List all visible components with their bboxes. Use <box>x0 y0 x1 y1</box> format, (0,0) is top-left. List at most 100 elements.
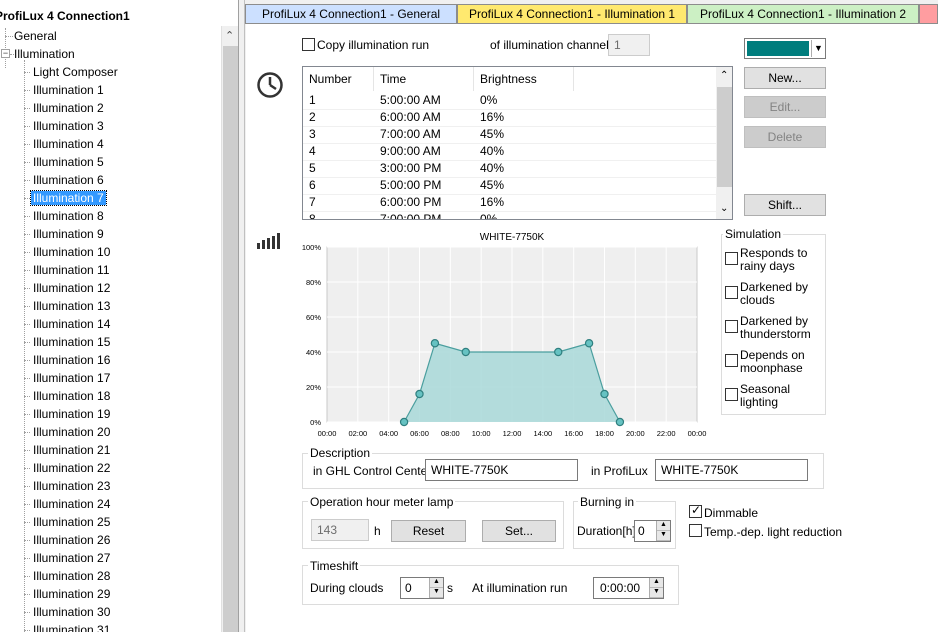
illumination-run-input[interactable]: 0:00:00 ▲ ▼ <box>593 577 664 599</box>
cell-time: 7:00:00 AM <box>380 127 441 141</box>
column-header-time[interactable]: Time <box>374 67 474 91</box>
tree-item-illumination-28[interactable]: Illumination 28 <box>31 568 112 584</box>
table-row[interactable]: 2 6:00:00 AM 16% <box>303 109 716 126</box>
temp-reduction-checkbox[interactable] <box>689 524 702 537</box>
scrollbar-thumb[interactable] <box>223 46 238 632</box>
reset-button[interactable]: Reset <box>391 520 466 542</box>
tree-item-general[interactable]: General <box>12 28 59 44</box>
simulation-checkbox[interactable] <box>725 388 738 401</box>
brightness-chart[interactable]: WHITE-7750K 0% 20% 40% 60% 80% 100% 00:00 02:00 0… <box>300 230 712 442</box>
tree-node-label: Illumination 31 <box>33 623 111 632</box>
simulation-checkbox[interactable] <box>725 252 738 265</box>
delete-button[interactable]: Delete <box>744 126 826 148</box>
tree-root-node[interactable]: ProfiLux 4 Connection1 <box>0 9 130 23</box>
new-button[interactable]: New... <box>744 67 826 89</box>
tree-item-light-composer[interactable]: Light Composer <box>31 64 120 80</box>
edit-button[interactable]: Edit... <box>744 96 826 118</box>
table-row[interactable]: 4 9:00:00 AM 40% <box>303 143 716 160</box>
channel-input[interactable]: 1 <box>608 34 650 56</box>
column-header-brightness[interactable]: Brightness <box>474 67 574 91</box>
tree-item-illumination-10[interactable]: Illumination 10 <box>31 244 112 260</box>
table-row[interactable]: 8 7:00:00 PM 0% <box>303 211 716 219</box>
tab-illumination-2[interactable]: ProfiLux 4 Connection1 - Illumination 2 <box>687 4 919 24</box>
set-button[interactable]: Set... <box>482 520 556 542</box>
tree-node-label: Illumination 30 <box>33 605 111 619</box>
tree-item-illumination-19[interactable]: Illumination 19 <box>31 406 112 422</box>
tab-general[interactable]: ProfiLux 4 Connection1 - General <box>245 4 457 24</box>
during-clouds-input[interactable]: 0 ▲ ▼ <box>400 577 444 599</box>
table-row[interactable]: 1 5:00:00 AM 0% <box>303 92 716 109</box>
tree-item-illumination-30[interactable]: Illumination 30 <box>31 604 112 620</box>
cell-time: 6:00:00 PM <box>380 195 442 209</box>
tree-item-illumination-31[interactable]: Illumination 31 <box>31 622 112 632</box>
simulation-checkbox[interactable] <box>725 320 738 333</box>
tree-item-illumination-14[interactable]: Illumination 14 <box>31 316 112 332</box>
data-point <box>399 417 409 427</box>
x-tick-label: 06:00 <box>410 429 429 438</box>
tree-item-illumination-12[interactable]: Illumination 12 <box>31 280 112 296</box>
panel-splitter[interactable] <box>239 0 245 632</box>
simulation-checkbox[interactable] <box>725 354 738 367</box>
simulation-checkbox[interactable] <box>725 286 738 299</box>
tree-item-illumination[interactable]: Illumination <box>12 46 77 62</box>
table-scrollbar[interactable]: ⌃ ⌄ <box>716 67 732 219</box>
tree-item-illumination-4[interactable]: Illumination 4 <box>31 136 106 152</box>
tree-item-illumination-3[interactable]: Illumination 3 <box>31 118 106 134</box>
ghl-name-input[interactable]: WHITE-7750K <box>425 459 578 481</box>
illumination-run-spinner[interactable]: ▲ ▼ <box>649 578 663 598</box>
x-tick-label: 02:00 <box>348 429 367 438</box>
tree-item-illumination-18[interactable]: Illumination 18 <box>31 388 112 404</box>
x-tick-label: 22:00 <box>657 429 676 438</box>
tree-item-illumination-29[interactable]: Illumination 29 <box>31 586 112 602</box>
tree-scrollbar[interactable]: ⌃ <box>221 26 238 632</box>
tree-item-illumination-5[interactable]: Illumination 5 <box>31 154 106 170</box>
scroll-up-icon[interactable]: ⌃ <box>720 70 728 81</box>
tree-item-illumination-13[interactable]: Illumination 13 <box>31 298 112 314</box>
x-tick-label: 04:00 <box>379 429 398 438</box>
tree-item-illumination-1[interactable]: Illumination 1 <box>31 82 106 98</box>
chevron-down-icon[interactable]: ▼ <box>811 40 825 57</box>
tree-item-illumination-21[interactable]: Illumination 21 <box>31 442 112 458</box>
profilux-name-input[interactable]: WHITE-7750K <box>655 459 808 481</box>
y-tick-label: 60% <box>306 313 321 322</box>
scroll-down-icon[interactable]: ⌄ <box>720 203 728 214</box>
ghl-name-label: in GHL Control Center <box>313 464 432 478</box>
tab-illumination-1[interactable]: ProfiLux 4 Connection1 - Illumination 1 <box>457 4 687 24</box>
dimmable-checkbox[interactable] <box>689 503 702 518</box>
during-clouds-spinner[interactable]: ▲ ▼ <box>429 578 443 598</box>
tab-overflow[interactable] <box>919 4 938 24</box>
tree-item-illumination-26[interactable]: Illumination 26 <box>31 532 112 548</box>
tree-item-illumination-15[interactable]: Illumination 15 <box>31 334 112 350</box>
duration-input[interactable]: 0 ▲ ▼ <box>634 520 671 542</box>
tree-item-illumination-22[interactable]: Illumination 22 <box>31 460 112 476</box>
tree-item-illumination-9[interactable]: Illumination 9 <box>31 226 106 242</box>
tree-node-label: Illumination 5 <box>33 155 104 169</box>
copy-illumination-run-checkbox[interactable] <box>302 38 315 51</box>
tree-item-illumination-24[interactable]: Illumination 24 <box>31 496 112 512</box>
tree-item-illumination-2[interactable]: Illumination 2 <box>31 100 106 116</box>
color-selector[interactable]: ▼ <box>744 38 826 59</box>
table-row[interactable]: 3 7:00:00 AM 45% <box>303 126 716 143</box>
illumination-run-table[interactable]: Number Time Brightness 1 5:00:00 AM 0% 2 6:0… <box>302 66 733 220</box>
tree-item-illumination-11[interactable]: Illumination 11 <box>31 262 112 278</box>
duration-spinner[interactable]: ▲ ▼ <box>656 521 670 541</box>
shift-button[interactable]: Shift... <box>744 194 826 216</box>
tree-item-illumination-7[interactable]: Illumination 7 <box>30 190 107 206</box>
table-row[interactable]: 7 6:00:00 PM 16% <box>303 194 716 211</box>
table-row[interactable]: 5 3:00:00 PM 40% <box>303 160 716 177</box>
scroll-up-icon[interactable]: ⌃ <box>225 29 234 42</box>
tree-item-illumination-27[interactable]: Illumination 27 <box>31 550 112 566</box>
tree-item-illumination-6[interactable]: Illumination 6 <box>31 172 106 188</box>
tree-node-label: Illumination 22 <box>33 461 111 475</box>
tree-item-illumination-23[interactable]: Illumination 23 <box>31 478 112 494</box>
table-row[interactable]: 6 5:00:00 PM 45% <box>303 177 716 194</box>
tree-item-illumination-16[interactable]: Illumination 16 <box>31 352 112 368</box>
operation-hours-value: 143 <box>311 519 369 541</box>
tree-item-illumination-25[interactable]: Illumination 25 <box>31 514 112 530</box>
scrollbar-thumb[interactable] <box>717 87 732 187</box>
collapse-icon[interactable]: − <box>1 49 10 58</box>
tree-item-illumination-20[interactable]: Illumination 20 <box>31 424 112 440</box>
tree-item-illumination-17[interactable]: Illumination 17 <box>31 370 112 386</box>
tree-item-illumination-8[interactable]: Illumination 8 <box>31 208 106 224</box>
column-header-number[interactable]: Number <box>303 67 374 91</box>
